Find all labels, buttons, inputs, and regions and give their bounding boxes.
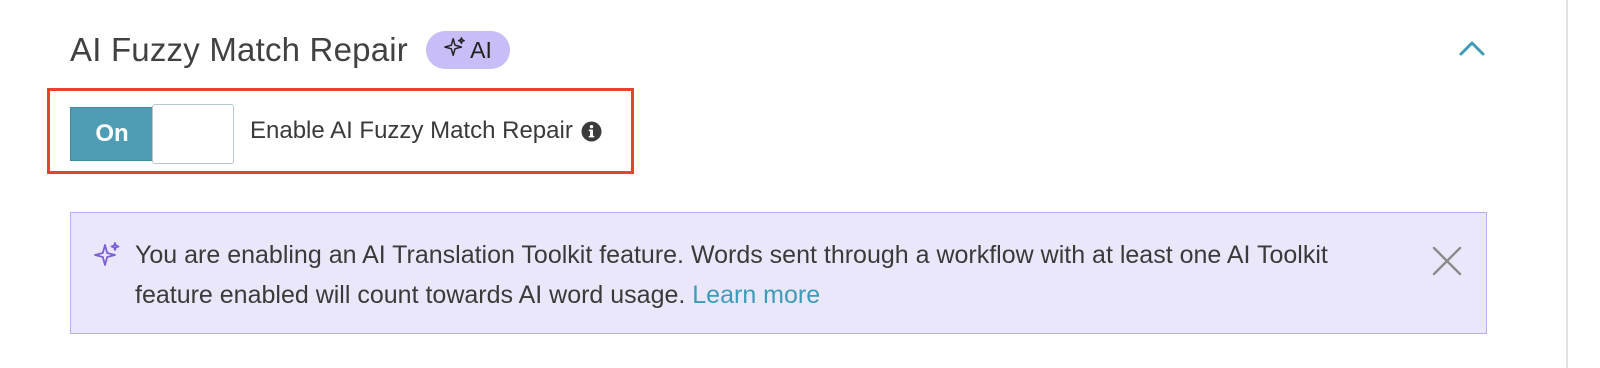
sparkle-icon (444, 36, 466, 64)
panel-divider (1566, 0, 1568, 368)
ai-usage-notice: You are enabling an AI Translation Toolk… (70, 212, 1487, 334)
section-header: AI Fuzzy Match Repair AI (70, 26, 510, 74)
toggle-label-group: Enable AI Fuzzy Match Repair (250, 114, 602, 148)
ai-badge-label: AI (470, 36, 492, 63)
ai-fuzzy-match-repair-panel: AI Fuzzy Match Repair AI On Enable AI Fu… (0, 0, 1600, 368)
ai-badge: AI (425, 31, 510, 69)
notice-text: You are enabling an AI Translation Toolk… (135, 235, 1405, 315)
learn-more-link[interactable]: Learn more (692, 281, 820, 309)
collapse-section-button[interactable] (1452, 34, 1492, 66)
enable-toggle-switch[interactable]: On (70, 104, 234, 164)
sparkle-icon (93, 241, 121, 269)
section-title: AI Fuzzy Match Repair (70, 31, 408, 68)
close-icon[interactable] (1429, 243, 1465, 279)
info-icon[interactable] (581, 121, 602, 142)
toggle-knob[interactable] (152, 104, 234, 164)
toggle-label: Enable AI Fuzzy Match Repair (250, 117, 573, 144)
toggle-on-state: On (70, 107, 154, 161)
chevron-up-icon (1458, 39, 1486, 62)
